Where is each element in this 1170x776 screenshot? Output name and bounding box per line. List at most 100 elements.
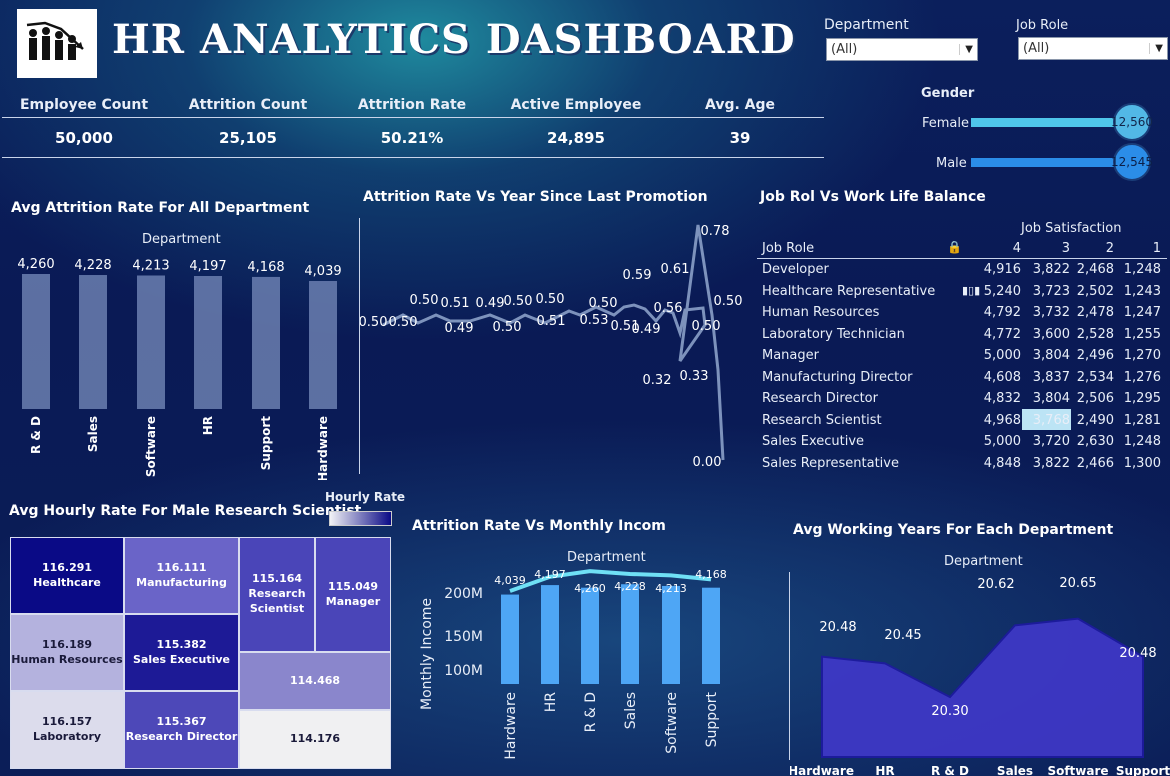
table-cell: 1,243	[1123, 283, 1161, 299]
table-cell: 4,608	[983, 369, 1021, 385]
table-row-label: Healthcare Representative	[762, 283, 936, 299]
treemap-cell[interactable]: 115.367 Research Director	[124, 691, 239, 769]
table-cell: 2,466	[1076, 455, 1114, 471]
chart-title-monthly-income: Attrition Rate Vs Monthly Incom	[412, 518, 666, 534]
y-tick-label: 100M	[444, 663, 483, 679]
treemap-cell-value: 114.176	[289, 732, 341, 746]
table-cell: 1,300	[1123, 455, 1161, 471]
treemap-cell-label: Research Scientist	[248, 587, 306, 615]
treemap-cell[interactable]: 116.189 Human Resources	[10, 614, 124, 691]
area-data-label: 20.48	[819, 620, 856, 635]
working-years-area	[821, 617, 1144, 758]
treemap-cell-label: Laboratory	[32, 730, 102, 743]
treemap-cell-value: 116.291	[41, 560, 93, 574]
line-data-label: 4,039	[494, 574, 526, 587]
bar	[501, 594, 519, 684]
table-row-label: Sales Executive	[762, 434, 865, 449]
area-data-label: 20.65	[1059, 576, 1096, 591]
monthly-income-combo-chart: 200M 150M 100M Monthly Income Hardware HR R & …	[419, 568, 727, 760]
table-row-label: Human Resources	[762, 305, 880, 320]
treemap-cell-value: 114.468	[289, 673, 341, 687]
table-cell: 1,276	[1123, 369, 1161, 385]
table-cell: 4,792	[983, 305, 1021, 320]
table-row-header: Job Role	[762, 241, 815, 256]
table-cell: 4,832	[983, 391, 1021, 406]
table-cell: 2,490	[1076, 412, 1114, 428]
table-cell: 2,528	[1076, 326, 1114, 342]
chart-title-working-years: Avg Working Years For Each Department	[793, 522, 1114, 538]
x-tick-label: Support	[704, 691, 720, 747]
treemap-cell-value: 115.164	[251, 572, 303, 586]
table-cell: 1,281	[1123, 412, 1161, 428]
table-row-label: Sales Representative	[762, 455, 899, 471]
treemap-cell[interactable]: 114.468	[239, 652, 391, 710]
area-data-label: 20.62	[977, 577, 1014, 592]
table-cell: 2,534	[1076, 369, 1114, 385]
treemap-cell-value: 115.367	[156, 715, 207, 729]
working-years-area-chart: 20.48 20.45 20.30 20.62 20.65 20.48 Hardware HR…	[790, 576, 1170, 776]
table-cell: 2,502	[1076, 283, 1114, 299]
table-cell: 5,240	[983, 283, 1021, 299]
table-cell: 4,968	[983, 412, 1021, 428]
x-tick-label: Support	[1116, 764, 1170, 776]
treemap-cell-label: Research Director	[125, 730, 238, 743]
table-column-header: 3	[1061, 241, 1070, 256]
table-column-header: 1	[1152, 241, 1161, 256]
treemap-cell[interactable]: 116.111 Manufacturing	[124, 537, 239, 614]
treemap-cell-label: Manager	[325, 594, 381, 608]
x-tick-label: R & D	[583, 692, 599, 732]
table-cell: 1,270	[1123, 348, 1161, 363]
table-cell: 2,478	[1076, 305, 1114, 320]
table-cell: 1,247	[1123, 305, 1161, 320]
line-data-label: 4,168	[695, 568, 727, 581]
bar	[581, 587, 599, 684]
hourly-rate-treemap: 116.291 Healthcare 116.111 Manufacturing 115…	[0, 0, 400, 776]
treemap-cell[interactable]: 116.157 Laboratory	[10, 691, 124, 769]
treemap-cell-value: 115.049	[327, 579, 379, 593]
table-cell: 4,772	[983, 326, 1021, 342]
x-tick-label: Software	[664, 692, 680, 754]
bar	[541, 585, 559, 684]
line-data-label: 4,197	[534, 568, 566, 581]
treemap-cell-label: Healthcare	[33, 575, 101, 589]
x-tick-label: Sales	[623, 692, 639, 729]
treemap-cell-label: Sales Executive	[132, 652, 231, 666]
x-tick-label: HR	[543, 692, 559, 713]
area-data-label: 20.48	[1119, 646, 1156, 661]
line-data-label: 4,228	[614, 580, 646, 593]
table-cell: 2,468	[1076, 262, 1114, 277]
bar	[702, 587, 720, 684]
treemap-cell[interactable]: 115.382 Sales Executive	[124, 614, 239, 691]
treemap-cell[interactable]: 114.176	[239, 710, 391, 769]
line-data-label: 4,213	[655, 582, 687, 595]
x-tick-label: Hardware	[790, 764, 854, 776]
table-cell: 1,255	[1123, 326, 1161, 342]
table-cell: 5,000	[983, 348, 1021, 363]
treemap-cell[interactable]: 115.049 Manager	[315, 537, 391, 652]
table-cell: 2,630	[1076, 434, 1114, 449]
treemap-cell[interactable]: 115.164 Research Scientist	[239, 537, 315, 652]
table-row-label: Research Scientist	[762, 412, 882, 428]
treemap-cell-value: 116.111	[156, 560, 207, 574]
table-column-header: 2	[1105, 241, 1114, 256]
lock-icon[interactable]: 🔒	[947, 240, 962, 254]
treemap-cell-value: 116.157	[41, 715, 93, 729]
line-data-label: 4,260	[574, 582, 606, 595]
area-data-label: 20.45	[884, 628, 921, 643]
table-cell: 5,000	[983, 434, 1021, 449]
treemap-cell-value: 115.382	[156, 637, 207, 651]
table-cell: 4,916	[983, 262, 1021, 277]
area-data-label: 20.30	[931, 704, 968, 719]
table-row-label: Research Director	[762, 391, 878, 406]
table-cell: 4,848	[983, 455, 1021, 471]
table-row-label: Manager	[762, 348, 819, 363]
table-row-label: Manufacturing Director	[762, 369, 913, 385]
treemap-cell-label: Human Resources	[11, 652, 123, 666]
table-header-divider	[757, 258, 1167, 259]
x-tick-label: HR	[875, 764, 894, 776]
table-cell: 1,248	[1123, 262, 1161, 277]
table-row-label: Laboratory Technician	[762, 326, 905, 342]
treemap-cell-value: 116.189	[41, 637, 93, 651]
treemap-cell-label: Manufacturing	[136, 575, 227, 589]
treemap-cell[interactable]: 116.291 Healthcare	[10, 537, 124, 614]
